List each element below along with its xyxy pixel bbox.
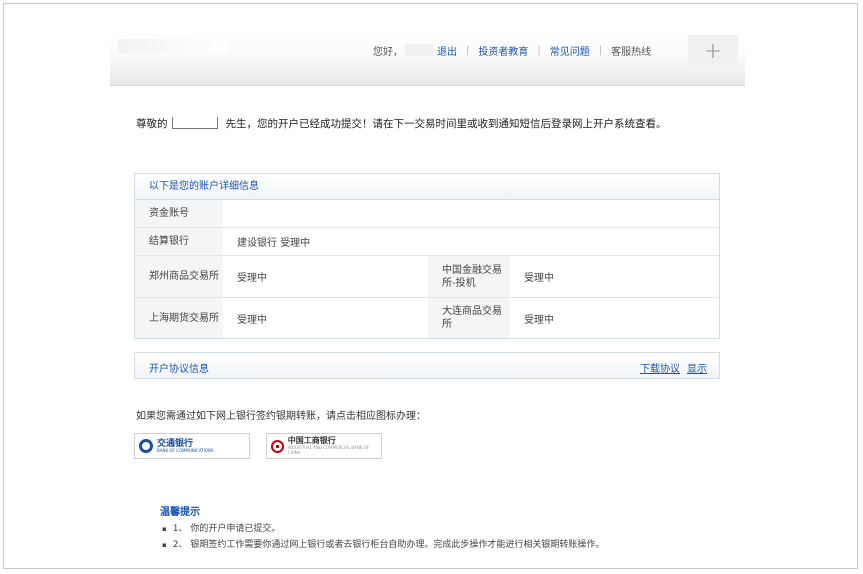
- bank-name-en: INDUSTRIAL AND COMMERCIAL BANK OF CHINA: [287, 445, 370, 455]
- account-panel-title: 以下是您的账户详细信息: [135, 174, 719, 200]
- logout-link[interactable]: 退出: [437, 43, 457, 58]
- hotline-number-box: +: [688, 35, 738, 67]
- masked-username: [405, 44, 433, 56]
- row-value: 建设银行 受理中: [237, 238, 311, 249]
- row-label: 上海期货交易所: [135, 298, 223, 338]
- icbc-bank-button[interactable]: 中国工商银行 INDUSTRIAL AND COMMERCIAL BANK OF…: [266, 433, 382, 459]
- hotline-label: 客服热线: [611, 46, 652, 58]
- investor-education-link[interactable]: 投资者教育: [478, 43, 528, 58]
- table-row: 上海期货交易所 受理中 大连商品交易所 受理中: [135, 298, 719, 338]
- icbc-logo-icon: [271, 439, 284, 453]
- row-value: 受理中: [237, 273, 267, 284]
- account-details-panel: 以下是您的账户详细信息 资金账号 结算银行 建设银行 受理中 郑州商品交易所 受…: [134, 173, 720, 339]
- bank-name-cn: 中国工商银行: [287, 436, 336, 445]
- row-value: 受理中: [524, 273, 554, 284]
- greeting-text: 您好，: [373, 46, 403, 58]
- success-message: 尊敬的 先生，您的开户已经成功提交！请在下一交易时间里或收到通知短信后登录网上开…: [136, 116, 667, 131]
- bank-name-en: BANK OF COMMUNICATIONS: [157, 447, 214, 453]
- masked-customer-name: [171, 116, 218, 129]
- nav-divider: |: [598, 44, 603, 56]
- tips-list: 1、 你的开户申请已提交。 2、 银期签约工作需要你通过网上银行或者去银行柜台自…: [162, 521, 605, 553]
- row-label: 结算银行: [135, 228, 223, 255]
- row-value: 受理中: [524, 314, 554, 326]
- plus-icon: +: [703, 38, 723, 64]
- agreement-title: 开户协议信息: [149, 364, 209, 375]
- faq-link[interactable]: 常见问题: [550, 43, 590, 58]
- agreement-panel: 开户协议信息 下载协议 显示: [134, 352, 720, 379]
- show-agreement-link[interactable]: 显示: [687, 360, 707, 375]
- bocom-bank-button[interactable]: 交通银行 BANK OF COMMUNICATIONS: [134, 433, 250, 459]
- nav-divider: |: [537, 44, 541, 56]
- bank-instruction: 如果您需通过如下网上银行签约银期转账，请点击相应图标办理：: [136, 411, 426, 422]
- row-value: [223, 200, 719, 227]
- row-label: 中国金融交易所-投机: [428, 256, 510, 297]
- message-prefix: 尊敬的: [136, 118, 168, 130]
- table-row: 结算银行 建设银行 受理中: [135, 228, 719, 256]
- table-row: 资金账号: [135, 200, 719, 228]
- list-item: 1、 你的开户申请已提交。: [162, 521, 604, 537]
- table-row: 郑州商品交易所 受理中 中国金融交易所-投机 受理中: [135, 256, 719, 298]
- bocom-logo-icon: [139, 439, 153, 453]
- list-item: 2、 银期签约工作需要你通过网上银行或者去银行柜台自助办理。完成此步操作才能进行…: [162, 537, 605, 553]
- site-logo: [118, 39, 228, 53]
- site-header: 您好， 退出 | 投资者教育 | 常见问题 | 客服热线 +: [110, 33, 745, 86]
- header-nav: 您好， 退出 | 投资者教育 | 常见问题 | 客服热线: [373, 42, 651, 58]
- tips-title: 温馨提示: [160, 507, 200, 518]
- row-value: 受理中: [237, 314, 267, 326]
- row-label: 郑州商品交易所: [135, 256, 223, 297]
- nav-divider: |: [466, 44, 470, 56]
- message-suffix: 先生，您的开户已经成功提交！请在下一交易时间里或收到通知短信后登录网上开户系统查…: [225, 118, 667, 130]
- download-agreement-link[interactable]: 下载协议: [640, 360, 680, 375]
- row-label: 大连商品交易所: [428, 298, 510, 338]
- bank-name-cn: 交通银行: [157, 438, 194, 449]
- row-label: 资金账号: [135, 200, 223, 227]
